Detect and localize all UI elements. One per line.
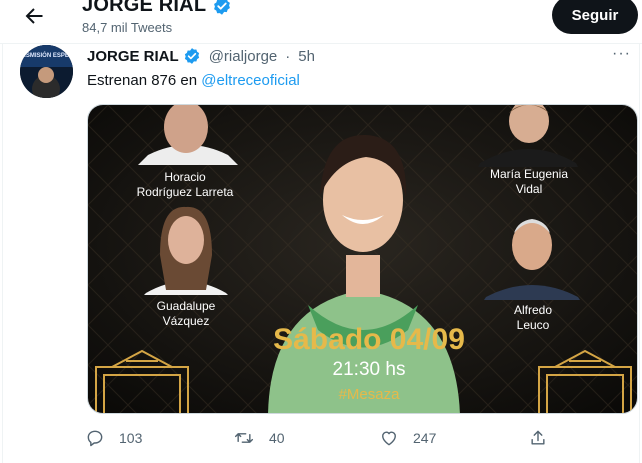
reply-action[interactable]: 103 — [85, 428, 142, 448]
guest-3-name-line2: Vázquez — [163, 314, 210, 328]
tweet-actions: 103 40 247 — [85, 428, 555, 452]
back-arrow-icon[interactable] — [22, 4, 46, 28]
like-count: 247 — [413, 430, 437, 446]
like-action[interactable]: 247 — [379, 428, 436, 448]
retweet-icon[interactable] — [233, 428, 255, 448]
guest-2-name-line2: Vidal — [516, 182, 542, 196]
guest-2-name-line1: María Eugenia — [490, 167, 568, 181]
more-options-icon[interactable]: ··· — [612, 45, 631, 63]
reply-icon[interactable] — [85, 428, 105, 448]
profile-name: JORGE RIAL — [82, 0, 232, 17]
tweet-author[interactable]: JORGE RIAL @rialjorge · 5h — [87, 47, 315, 65]
share-action[interactable] — [528, 428, 548, 448]
mention-link[interactable]: @eltreceoficial — [201, 72, 300, 89]
tweet-media[interactable]: Horacio Rodríguez Larreta María Eugenia … — [87, 104, 638, 414]
author-name[interactable]: JORGE RIAL — [87, 48, 179, 65]
header-divider — [0, 43, 642, 44]
tweet-text-body: Estrenan 876 en — [87, 72, 202, 89]
guest-1-name-line2: Rodríguez Larreta — [137, 185, 234, 199]
profile-name-label: JORGE RIAL — [82, 0, 207, 16]
timeline-border-right — [639, 43, 640, 463]
event-date: Sábado 04/09 — [273, 323, 465, 356]
guest-4-name-line1: Alfredo — [514, 303, 552, 317]
avatar[interactable]: TRANSMISIÓN ESPECIAL — [20, 45, 73, 98]
tweet-count: 84,7 mil Tweets — [82, 20, 173, 35]
retweet-action[interactable]: 40 — [233, 428, 285, 448]
verified-badge-icon — [214, 0, 231, 15]
guest-3-name-line1: Guadalupe — [157, 299, 216, 313]
guest-1-name-line1: Horacio — [164, 170, 206, 184]
follow-button[interactable]: Seguir — [552, 0, 638, 34]
retweet-count: 40 — [269, 430, 285, 446]
avatar-caption: TRANSMISIÓN ESPECIAL — [20, 51, 73, 59]
guest-4-name-line2: Leuco — [517, 318, 550, 332]
author-handle[interactable]: @rialjorge — [209, 48, 278, 65]
verified-badge-icon — [184, 48, 199, 64]
share-icon[interactable] — [528, 428, 548, 448]
event-time: 21:30 hs — [333, 359, 406, 380]
event-hashtag: #Mesaza — [339, 386, 401, 403]
timeline-border-left — [2, 43, 3, 463]
tweet-text: Estrenan 876 en @eltreceoficial — [87, 72, 300, 89]
tweet-time[interactable]: 5h — [298, 48, 315, 65]
heart-icon[interactable] — [379, 428, 399, 448]
meta-separator: · — [285, 47, 291, 65]
reply-count: 103 — [119, 430, 143, 446]
profile-header: JORGE RIAL 84,7 mil Tweets Seguir — [0, 0, 642, 42]
